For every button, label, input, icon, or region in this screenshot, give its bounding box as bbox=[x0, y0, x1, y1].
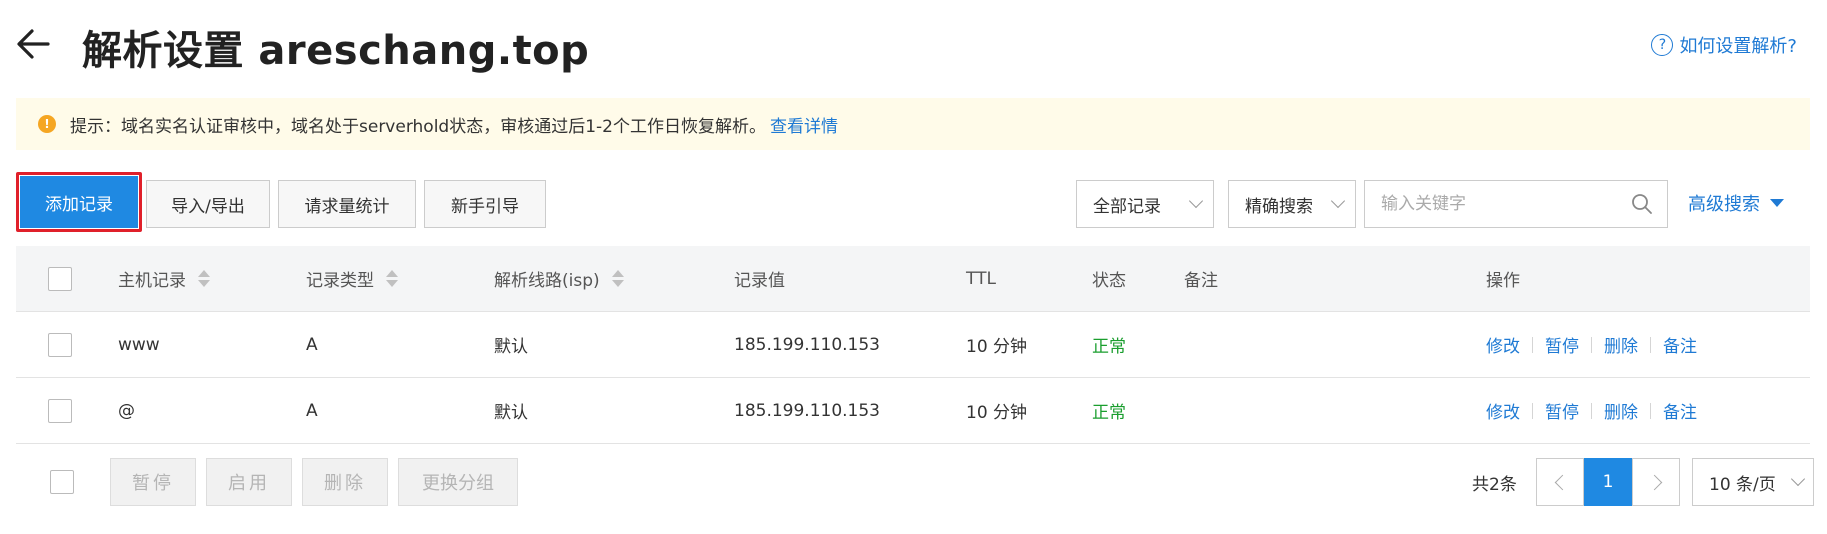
notice-banner: ! 提示：域名实名认证审核中，域名处于serverhold状态，审核通过后1-2… bbox=[16, 98, 1810, 150]
modify-link[interactable]: 修改 bbox=[1486, 398, 1520, 423]
column-ttl: TTL bbox=[966, 268, 996, 289]
caret-down-icon bbox=[1770, 199, 1784, 207]
arrow-left-icon[interactable] bbox=[14, 24, 54, 64]
page-title: 解析设置 areschang.top bbox=[82, 28, 590, 74]
chevron-down-icon bbox=[1330, 193, 1346, 209]
search-input[interactable] bbox=[1381, 194, 1631, 214]
column-host: 主机记录 bbox=[118, 271, 186, 291]
advanced-search-label: 高级搜索 bbox=[1688, 194, 1760, 215]
warning-icon: ! bbox=[38, 115, 56, 133]
notice-details-link[interactable]: 查看详情 bbox=[770, 112, 838, 137]
sort-icon[interactable] bbox=[611, 270, 624, 287]
sort-icon[interactable] bbox=[386, 270, 398, 287]
newbie-guide-button[interactable]: 新手引导 bbox=[424, 180, 546, 228]
cell-value: 185.199.110.153 bbox=[734, 400, 881, 421]
advanced-search-link[interactable]: 高级搜索 bbox=[1688, 190, 1784, 216]
question-circle-icon: ? bbox=[1651, 34, 1674, 56]
chevron-down-icon bbox=[1790, 471, 1806, 487]
cell-line: 默认 bbox=[494, 403, 528, 423]
remark-link[interactable]: 备注 bbox=[1663, 332, 1697, 357]
record-filter-value: 全部记录 bbox=[1093, 196, 1161, 217]
cell-line: 默认 bbox=[494, 337, 528, 357]
cell-host: www bbox=[118, 334, 160, 355]
separator bbox=[1591, 336, 1592, 353]
column-line: 解析线路(isp) bbox=[494, 271, 600, 291]
cell-host: @ bbox=[118, 400, 135, 421]
search-box bbox=[1364, 180, 1668, 228]
column-remark: 备注 bbox=[1184, 271, 1218, 291]
column-status: 状态 bbox=[1092, 271, 1126, 291]
table-row: www A 默认 185.199.110.153 10 分钟 正常 修改 暂停 … bbox=[16, 312, 1810, 378]
total-count: 共2条 bbox=[1472, 475, 1517, 495]
cell-ttl: 10 分钟 bbox=[966, 337, 1028, 357]
chevron-right-icon bbox=[1646, 474, 1662, 490]
delete-link[interactable]: 删除 bbox=[1604, 398, 1638, 423]
remark-link[interactable]: 备注 bbox=[1663, 398, 1697, 423]
separator bbox=[1591, 402, 1592, 419]
cell-ttl: 10 分钟 bbox=[966, 403, 1028, 423]
sort-icon[interactable] bbox=[198, 270, 210, 287]
import-export-button[interactable]: 导入/导出 bbox=[146, 180, 270, 228]
batch-delete-button[interactable]: 删除 bbox=[302, 458, 388, 506]
column-type: 记录类型 bbox=[306, 271, 374, 291]
batch-pause-button[interactable]: 暂停 bbox=[110, 458, 196, 506]
separator bbox=[1650, 336, 1651, 353]
row-checkbox[interactable] bbox=[48, 398, 72, 423]
column-actions: 操作 bbox=[1486, 271, 1520, 291]
add-record-button[interactable]: 添加记录 bbox=[20, 176, 138, 228]
cell-status: 正常 bbox=[1092, 337, 1126, 357]
row-checkbox[interactable] bbox=[48, 332, 72, 357]
prev-page-button[interactable] bbox=[1536, 458, 1584, 506]
footer-select-all-checkbox[interactable] bbox=[50, 470, 74, 494]
notice-text: 提示：域名实名认证审核中，域名处于serverhold状态，审核通过后1-2个工… bbox=[70, 116, 766, 137]
table-header: 主机记录 记录类型 解析线路(isp) 记录值 TTL 状态 备注 操作 bbox=[16, 246, 1810, 312]
page-size-select[interactable]: 10 条/页 bbox=[1692, 458, 1814, 506]
request-stats-button[interactable]: 请求量统计 bbox=[278, 180, 416, 228]
table-row: @ A 默认 185.199.110.153 10 分钟 正常 修改 暂停 删除… bbox=[16, 378, 1810, 444]
row-actions: 修改 暂停 删除 备注 bbox=[1486, 312, 1697, 377]
separator bbox=[1532, 336, 1533, 353]
cell-value: 185.199.110.153 bbox=[734, 334, 881, 355]
delete-link[interactable]: 删除 bbox=[1604, 332, 1638, 357]
batch-enable-button[interactable]: 启用 bbox=[206, 458, 292, 506]
page-1-button[interactable]: 1 bbox=[1584, 458, 1632, 506]
pause-link[interactable]: 暂停 bbox=[1545, 332, 1579, 357]
cell-type: A bbox=[306, 334, 318, 355]
search-icon[interactable] bbox=[1631, 193, 1653, 215]
separator bbox=[1650, 402, 1651, 419]
search-mode-select[interactable]: 精确搜索 bbox=[1228, 180, 1356, 228]
separator bbox=[1532, 402, 1533, 419]
search-mode-value: 精确搜索 bbox=[1245, 196, 1313, 217]
cell-type: A bbox=[306, 400, 318, 421]
help-link-label: 如何设置解析? bbox=[1679, 36, 1797, 57]
cell-status: 正常 bbox=[1092, 403, 1126, 423]
change-group-button[interactable]: 更换分组 bbox=[398, 458, 518, 506]
column-value: 记录值 bbox=[734, 271, 785, 291]
record-filter-select[interactable]: 全部记录 bbox=[1076, 180, 1214, 228]
pause-link[interactable]: 暂停 bbox=[1545, 398, 1579, 423]
next-page-button[interactable] bbox=[1632, 458, 1680, 506]
page-size-value: 10 条/页 bbox=[1709, 474, 1776, 495]
chevron-down-icon bbox=[1188, 193, 1204, 209]
row-actions: 修改 暂停 删除 备注 bbox=[1486, 378, 1697, 443]
modify-link[interactable]: 修改 bbox=[1486, 332, 1520, 357]
select-all-checkbox[interactable] bbox=[48, 266, 72, 291]
help-link[interactable]: ? 如何设置解析? bbox=[1651, 32, 1797, 58]
chevron-left-icon bbox=[1554, 474, 1570, 490]
